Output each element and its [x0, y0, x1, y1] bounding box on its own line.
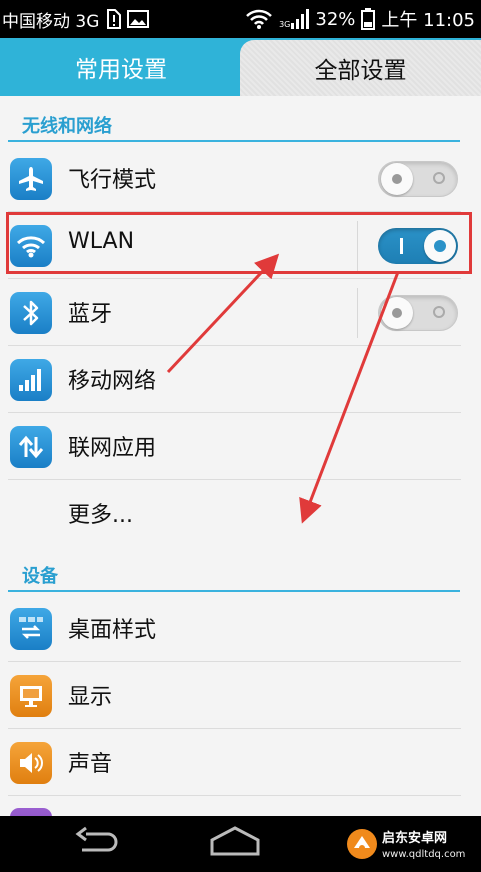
- home-button[interactable]: [208, 824, 262, 864]
- annotation-arrows: [166, 253, 400, 524]
- watermark-title: 启东安卓网: [382, 830, 448, 846]
- watermark-logo-icon: [346, 828, 378, 864]
- watermark-url: www.qdltdq.com: [382, 848, 466, 860]
- arrow-to-wlan: [166, 253, 280, 374]
- arrow-down: [299, 271, 400, 524]
- watermark: 启东安卓网 www.qdltdq.com: [346, 828, 465, 864]
- back-button[interactable]: [72, 824, 122, 864]
